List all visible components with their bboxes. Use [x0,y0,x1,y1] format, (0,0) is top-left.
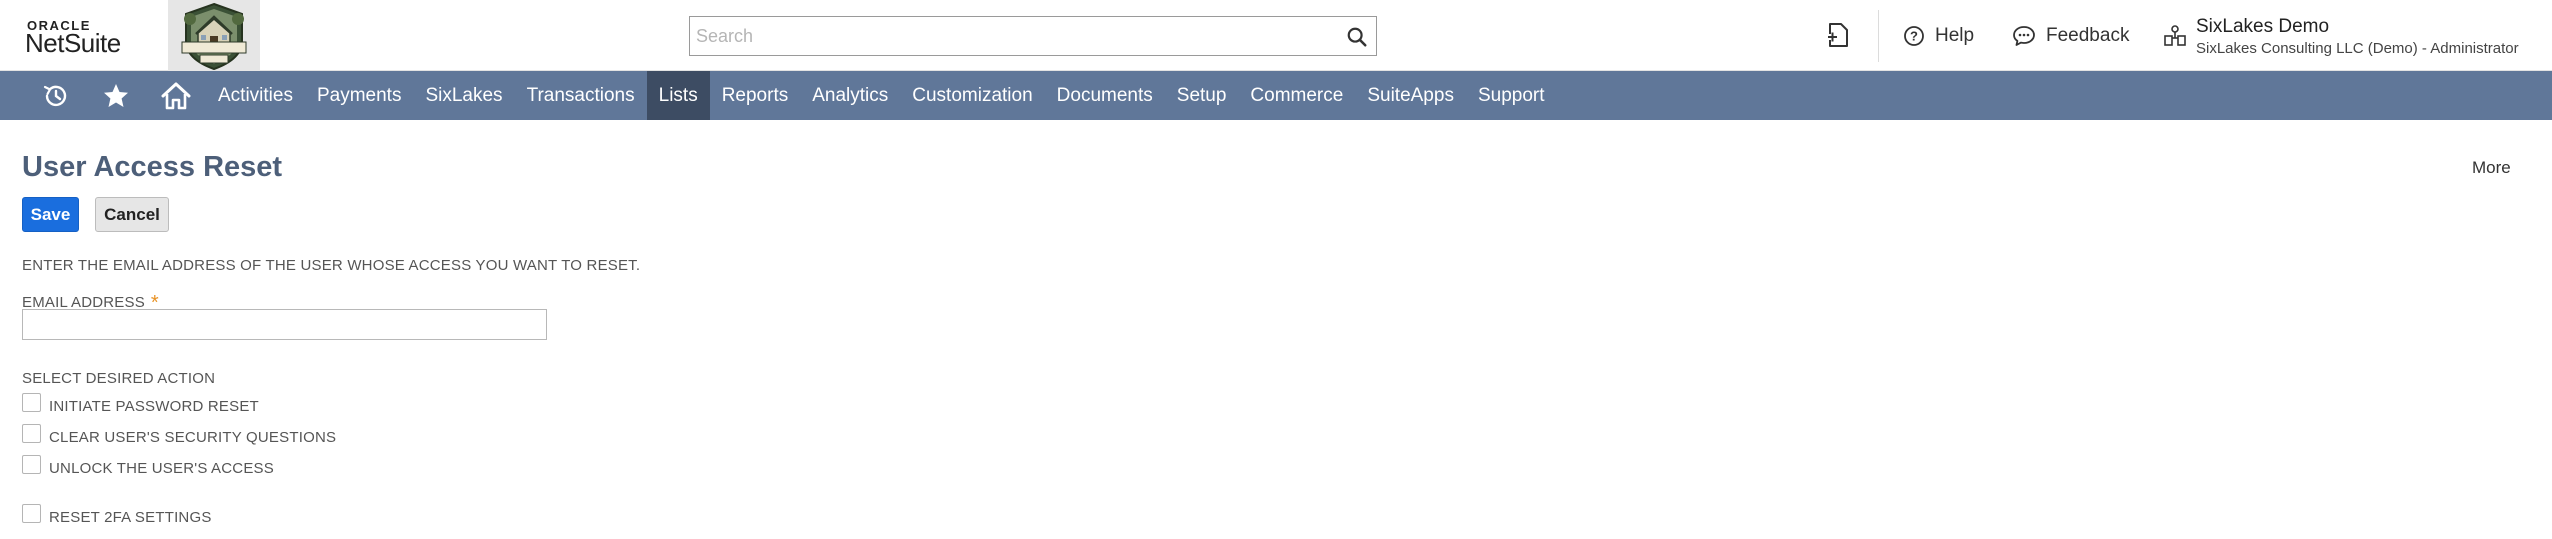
nav-shortcuts[interactable] [86,71,146,120]
checkbox-label: RESET 2FA SETTINGS [49,509,212,526]
nav-item-setup[interactable]: Setup [1165,71,1239,120]
action-option-password-reset: INITIATE PASSWORD RESET [22,393,259,417]
nav-recent-records[interactable] [26,71,86,120]
clear-security-questions-checkbox[interactable] [22,424,41,443]
svg-text:?: ? [1910,29,1918,44]
search-icon[interactable] [1346,26,1368,48]
feedback-label: Feedback [2046,25,2130,46]
more-menu[interactable]: More [2472,158,2511,178]
global-search[interactable] [689,16,1377,56]
search-input[interactable] [690,17,1376,55]
nav-item-reports[interactable]: Reports [710,71,801,120]
feedback-button[interactable]: Feedback [2012,22,2129,50]
nav-item-sixlakes[interactable]: SixLakes [413,71,514,120]
action-option-reset-2fa: RESET 2FA SETTINGS [22,504,212,528]
user-name: SixLakes Demo [2196,16,2330,37]
feedback-icon [2013,26,2035,46]
email-field[interactable] [22,309,547,340]
checkbox-label: UNLOCK THE USER'S ACCESS [49,460,274,477]
save-button[interactable]: Save [22,197,79,232]
netsuite-logo[interactable]: NetSuite [25,28,121,59]
initiate-password-reset-checkbox[interactable] [22,393,41,412]
nav-item-payments[interactable]: Payments [305,71,413,120]
cancel-button[interactable]: Cancel [95,197,169,232]
select-action-label: SELECT DESIRED ACTION [22,370,216,387]
action-option-unlock-access: UNLOCK THE USER'S ACCESS [22,455,274,479]
user-role: SixLakes Consulting LLC (Demo) - Adminis… [2196,40,2519,57]
checkbox-label: CLEAR USER'S SECURITY QUESTIONS [49,429,337,446]
star-icon [104,83,128,107]
nav-item-documents[interactable]: Documents [1045,71,1165,120]
nav-item-customization[interactable]: Customization [900,71,1044,120]
help-button[interactable]: ? Help [1903,22,1974,50]
nav-item-transactions[interactable]: Transactions [515,71,647,120]
roles-icon [2164,25,2186,46]
nav-home[interactable] [146,71,206,120]
company-logo[interactable] [168,0,260,71]
create-new-button[interactable] [1826,21,1852,49]
create-new-record-icon [1828,23,1848,47]
help-label: Help [1935,25,1975,46]
help-icon: ? [1904,26,1924,46]
action-option-clear-security-questions: CLEAR USER'S SECURITY QUESTIONS [22,424,337,448]
nav-item-activities[interactable]: Activities [206,71,305,120]
checkbox-label: INITIATE PASSWORD RESET [49,398,259,415]
global-header: ORACLE NetSuite Search ? Help Feedback S… [0,0,2552,71]
recent-records-icon [43,85,67,106]
nav-item-suiteapps[interactable]: SuiteApps [1355,71,1466,120]
verdant-nest-logo-icon [181,2,247,70]
unlock-access-checkbox[interactable] [22,455,41,474]
reset-2fa-checkbox[interactable] [22,504,41,523]
instruction-text: ENTER THE EMAIL ADDRESS OF THE USER WHOS… [22,257,641,274]
page-title: User Access Reset [22,151,283,183]
nav-item-support[interactable]: Support [1466,71,1557,120]
nav-item-lists[interactable]: Lists [646,71,710,120]
nav-item-commerce[interactable]: Commerce [1238,71,1355,120]
main-navigation: Activities Payments SixLakes Transaction… [0,71,2552,120]
nav-item-analytics[interactable]: Analytics [800,71,900,120]
home-icon [161,82,191,109]
header-divider [1878,10,1879,62]
